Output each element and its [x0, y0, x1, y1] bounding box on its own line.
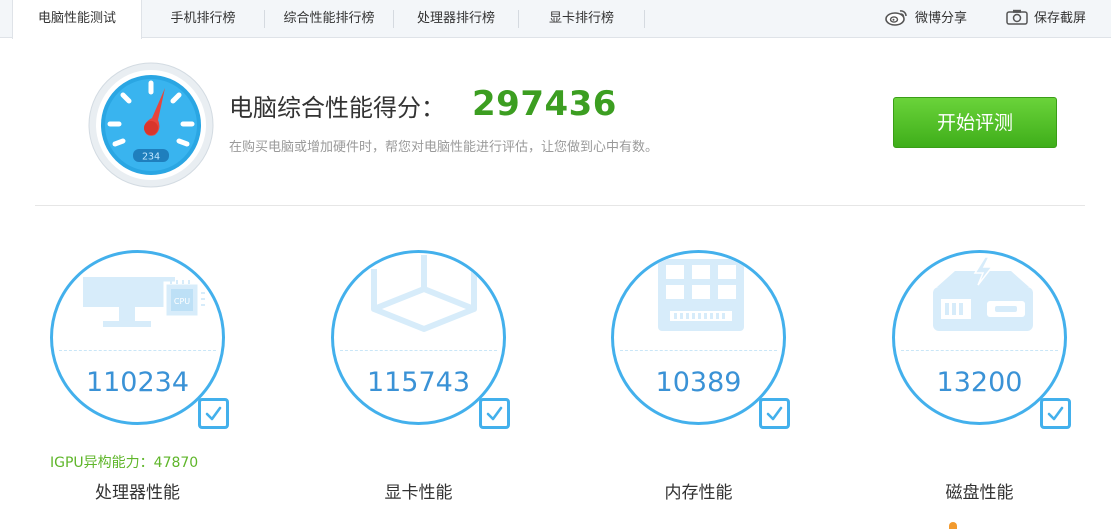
- disk-performance-label: 磁盘性能: [945, 483, 1014, 503]
- checkmark-icon: [1047, 406, 1064, 421]
- tab-separator: [644, 10, 645, 28]
- overall-score: 297436: [472, 84, 617, 124]
- cpu-performance-card: CPU 110234 IGPU异构能力：47870 处理器性能: [50, 250, 280, 520]
- dashed-divider: [620, 350, 777, 351]
- cpu-chip-label: CPU: [174, 297, 190, 306]
- top-tab-bar: 电脑性能测试 手机排行榜 综合性能排行榜 处理器排行榜 显卡排行榜 微博分享 保…: [0, 0, 1111, 39]
- disk-drive-icon: [933, 256, 1033, 331]
- dashed-divider: [901, 350, 1058, 351]
- gpu-performance-label: 显卡性能: [384, 483, 453, 503]
- igpu-score: IGPU异构能力：47870: [50, 455, 199, 471]
- score-subtitle: 在购买电脑或增加硬件时，帮您对电脑性能进行评估，让您做到心中有数。: [229, 140, 659, 155]
- tab-cpu-ranking[interactable]: 处理器排行榜: [394, 0, 518, 38]
- header-divider: [35, 205, 1085, 206]
- tab-pc-test[interactable]: 电脑性能测试: [12, 0, 142, 39]
- camera-icon: [1006, 9, 1028, 25]
- weibo-share-label: 微博分享: [915, 11, 968, 26]
- checkbox-checked[interactable]: [479, 398, 510, 429]
- cpu-performance-label: 处理器性能: [95, 483, 180, 503]
- checkmark-icon: [486, 406, 503, 421]
- gauge-reading: 234: [142, 152, 160, 163]
- orange-corner-mark: [949, 522, 957, 529]
- memory-performance-label: 内存性能: [664, 483, 733, 503]
- speedometer-icon: 234: [88, 62, 214, 188]
- cpu-score: 110234: [85, 367, 190, 398]
- disk-performance-card: 13200 磁盘性能: [892, 250, 1111, 520]
- tab-overall-ranking[interactable]: 综合性能排行榜: [265, 0, 393, 38]
- checkmark-icon: [766, 406, 783, 421]
- tab-gpu-ranking[interactable]: 显卡排行榜: [519, 0, 644, 38]
- checkbox-checked[interactable]: [1040, 398, 1071, 429]
- checkbox-checked[interactable]: [759, 398, 790, 429]
- monitor-cpu-icon: CPU: [83, 277, 205, 327]
- start-test-button[interactable]: 开始评测: [893, 97, 1057, 148]
- gpu-score: 115743: [366, 367, 471, 398]
- save-screenshot-button[interactable]: 保存截屏: [1006, 0, 1086, 38]
- checkbox-checked[interactable]: [198, 398, 229, 429]
- dashed-divider: [59, 350, 216, 351]
- save-screenshot-label: 保存截屏: [1034, 11, 1087, 26]
- checkmark-icon: [205, 406, 222, 421]
- memory-chip-icon: [658, 259, 744, 331]
- memory-score: 10389: [655, 367, 742, 398]
- weibo-icon: [885, 9, 907, 26]
- gpu-performance-card: 115743 显卡性能: [331, 250, 561, 520]
- disk-score: 13200: [936, 367, 1023, 398]
- score-title: 电脑综合性能得分：: [229, 94, 445, 122]
- weibo-share-button[interactable]: 微博分享: [885, 0, 967, 38]
- memory-performance-card: 10389 内存性能: [611, 250, 841, 520]
- dashed-divider: [340, 350, 497, 351]
- tab-phone-ranking[interactable]: 手机排行榜: [142, 0, 264, 38]
- graphics-cube-icon: [371, 255, 477, 332]
